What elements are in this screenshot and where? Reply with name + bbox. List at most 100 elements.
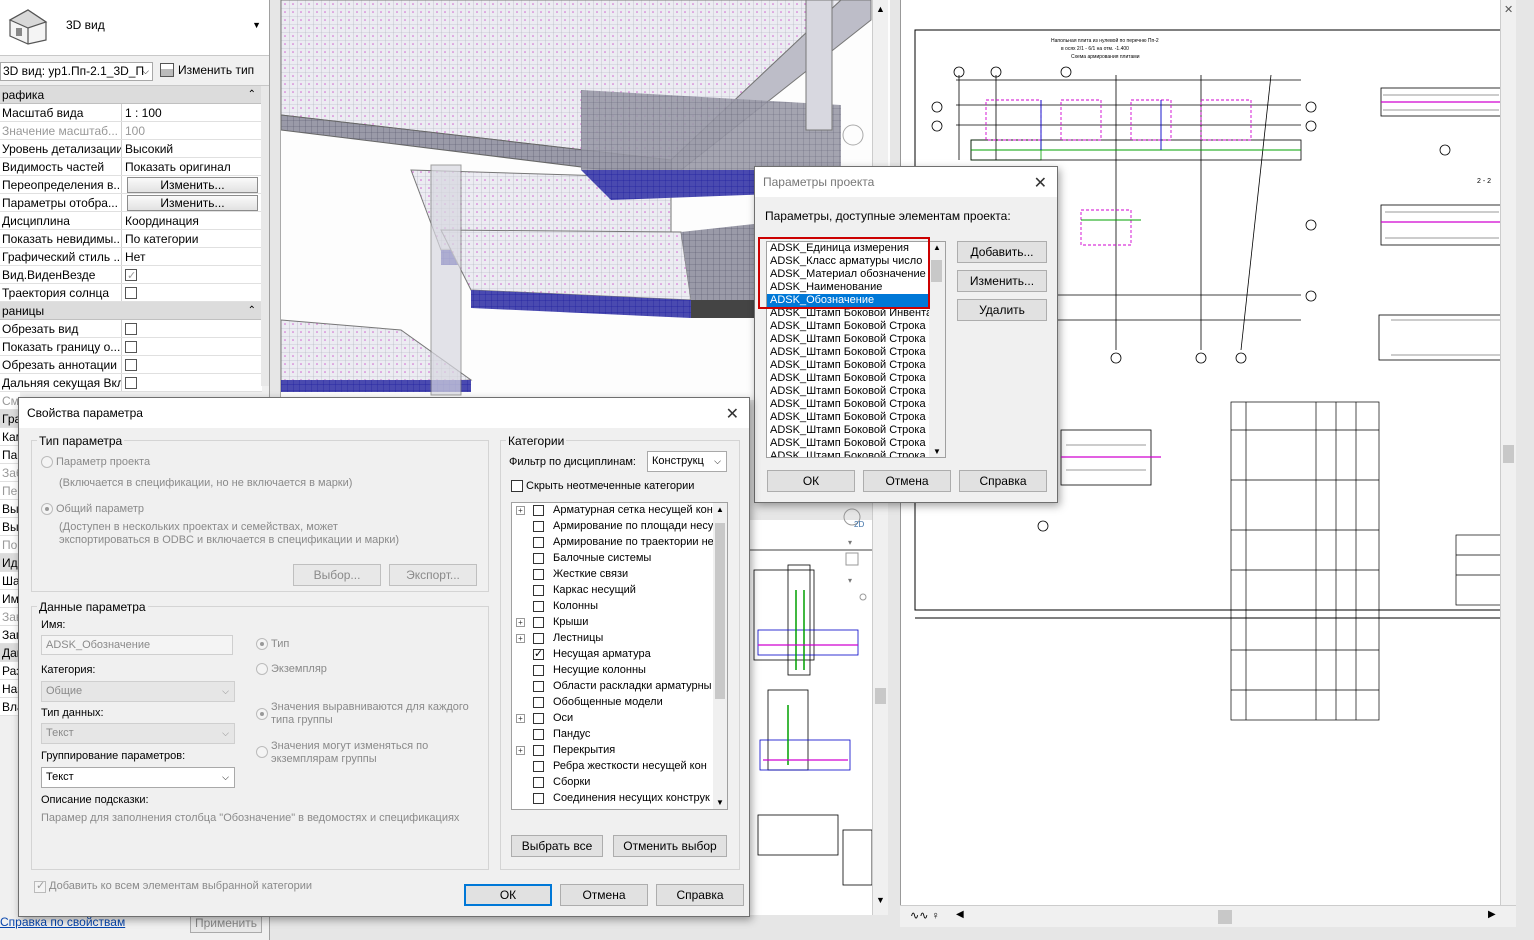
project-param-radio[interactable] <box>41 456 53 468</box>
aligned-radio[interactable] <box>256 708 268 720</box>
property-row[interactable]: Масштаб вида 1 : 100 <box>0 104 262 122</box>
parameter-list-item[interactable]: ADSK_Штамп Боковой Строка 1 <box>767 320 931 333</box>
property-edit-button[interactable]: Изменить... <box>127 195 258 211</box>
category-row[interactable]: + Перекрытия <box>512 743 727 759</box>
property-value[interactable] <box>122 320 262 337</box>
category-checkbox[interactable] <box>533 633 544 644</box>
category-row[interactable]: Жесткие связи <box>512 567 727 583</box>
categories-list[interactable]: + Арматурная сетка несущей кон Армирование… <box>511 502 728 810</box>
add-all-checkbox[interactable] <box>34 879 46 893</box>
category-checkbox[interactable] <box>533 505 544 516</box>
scroll-thumb[interactable] <box>931 260 942 282</box>
collapse-icon[interactable]: ⌃ <box>248 86 256 104</box>
help-button[interactable]: Справка <box>656 884 744 906</box>
cancel-button[interactable]: Отмена <box>560 884 648 906</box>
scroll-thumb[interactable] <box>715 523 725 699</box>
category-row[interactable]: + Лестницы <box>512 631 727 647</box>
datatype-select[interactable]: Текст ⌵ <box>41 723 235 744</box>
type-radio[interactable] <box>256 638 268 650</box>
category-checkbox[interactable] <box>533 713 544 724</box>
category-checkbox[interactable] <box>533 585 544 596</box>
property-row[interactable]: Показать границу о... <box>0 338 262 356</box>
cancel-button[interactable]: Отмена <box>863 470 951 492</box>
category-checkbox[interactable] <box>533 793 544 804</box>
parameter-list-item[interactable]: ADSK_Штамп Боковой Строка 4 <box>767 411 931 424</box>
category-row[interactable]: Несущие колонны <box>512 663 727 679</box>
scroll-up-icon[interactable]: ▲ <box>876 4 885 14</box>
list-scrollbar[interactable]: ▲ ▼ <box>713 503 727 809</box>
property-value[interactable]: Показать оригинал <box>122 158 262 175</box>
add-button[interactable]: Добавить... <box>957 241 1047 263</box>
property-value[interactable]: Высокий <box>122 140 262 157</box>
category-row[interactable]: Соединения несущих конструк <box>512 791 727 807</box>
parameter-list-item[interactable]: ADSK_Штамп Боковой Строка 1 <box>767 333 931 346</box>
category-checkbox[interactable] <box>533 521 544 532</box>
category-row[interactable]: Колонны <box>512 599 727 615</box>
ok-button[interactable]: ОК <box>767 470 855 492</box>
category-checkbox[interactable] <box>533 761 544 772</box>
expand-icon[interactable]: + <box>516 506 525 515</box>
parameter-list-item[interactable]: ADSK_Штамп Боковой Строка 3 <box>767 385 931 398</box>
property-checkbox[interactable] <box>125 341 137 353</box>
property-value[interactable]: По категории <box>122 230 262 247</box>
property-value[interactable] <box>122 338 262 355</box>
scroll-thumb[interactable] <box>875 688 886 704</box>
ok-button[interactable]: ОК <box>464 884 552 906</box>
scroll-up-icon[interactable]: ▲ <box>716 505 724 514</box>
hide-unchecked-checkbox[interactable] <box>511 480 523 492</box>
property-row[interactable]: Графический стиль ... Нет <box>0 248 262 266</box>
category-checkbox[interactable] <box>533 569 544 580</box>
instance-radio[interactable] <box>256 663 268 675</box>
navigation-bar[interactable]: 2D ▾ ▾ <box>838 505 868 605</box>
property-value[interactable]: Изменить... <box>122 194 262 211</box>
help-button[interactable]: Справка <box>959 470 1047 492</box>
close-icon[interactable]: ✕ <box>1034 173 1047 193</box>
discipline-filter-select[interactable]: Конструкц ⌵ <box>647 451 727 472</box>
category-row[interactable]: Области раскладки арматурны <box>512 679 727 695</box>
property-row[interactable]: Дальняя секущая Вкл <box>0 374 262 392</box>
property-row[interactable]: Переопределения в... Изменить... <box>0 176 262 194</box>
property-row[interactable]: Показать невидимы... По категории <box>0 230 262 248</box>
type-selector[interactable]: 3D вид ▼ <box>0 0 269 56</box>
category-row[interactable]: + Арматурная сетка несущей кон <box>512 503 727 519</box>
scroll-left-icon[interactable]: ◀ <box>956 909 964 920</box>
scroll-thumb[interactable] <box>1503 445 1514 463</box>
property-group-header[interactable]: раницы ⌃ <box>0 302 262 320</box>
category-row[interactable]: Ребра жесткости несущей кон <box>512 759 727 775</box>
property-value[interactable]: 100 <box>122 122 262 139</box>
property-value[interactable] <box>122 374 262 391</box>
category-row[interactable]: Обобщенные модели <box>512 695 727 711</box>
horizontal-scroll-thumb[interactable] <box>1218 910 1232 924</box>
property-row[interactable]: Значение масштаб... 100 <box>0 122 262 140</box>
property-row[interactable]: Обрезать аннотации <box>0 356 262 374</box>
category-checkbox[interactable] <box>533 537 544 548</box>
parameter-list-item[interactable]: ADSK_Штамп Боковой Строка 4 <box>767 398 931 411</box>
scroll-right-icon[interactable]: ▶ <box>1488 909 1496 920</box>
property-value[interactable]: Нет <box>122 248 262 265</box>
category-checkbox[interactable] <box>533 617 544 628</box>
parameter-list-item[interactable]: ADSK_Штамп Боковой Строка 6 <box>767 450 931 457</box>
expand-icon[interactable]: + <box>516 746 525 755</box>
property-checkbox[interactable] <box>125 377 137 389</box>
category-select[interactable]: Общие ⌵ <box>41 681 235 702</box>
close-icon[interactable]: ✕ <box>726 404 739 424</box>
category-checkbox[interactable] <box>533 729 544 740</box>
property-edit-button[interactable]: Изменить... <box>127 177 258 193</box>
scroll-down-icon[interactable]: ▼ <box>876 895 885 905</box>
property-value[interactable]: Координация <box>122 212 262 229</box>
name-field[interactable]: ADSK_Обозначение <box>41 635 233 655</box>
property-row[interactable]: Параметры отобра... Изменить... <box>0 194 262 212</box>
deselect-button[interactable]: Отменить выбор <box>613 835 727 857</box>
expand-icon[interactable]: + <box>516 618 525 627</box>
category-checkbox[interactable] <box>533 647 544 660</box>
property-group-header[interactable]: рафика ⌃ <box>0 86 262 104</box>
category-checkbox[interactable] <box>533 697 544 708</box>
category-row[interactable]: Каркас несущий <box>512 583 727 599</box>
category-row[interactable]: + Крыши <box>512 615 727 631</box>
property-row[interactable]: Вид.ВиденВезде <box>0 266 262 284</box>
scroll-up-icon[interactable]: ▲ <box>933 243 941 252</box>
category-checkbox[interactable] <box>533 601 544 612</box>
property-row[interactable]: Видимость частей Показать оригинал <box>0 158 262 176</box>
properties-help-link[interactable]: Справка по свойствам <box>0 915 125 929</box>
collapse-icon[interactable]: ⌃ <box>248 302 256 320</box>
